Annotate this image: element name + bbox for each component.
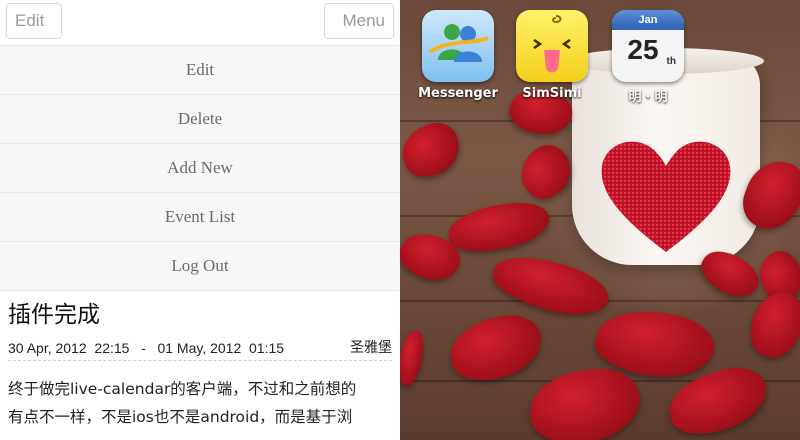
description-line: 终于做完live-calendar的客户端，不过和之前想的 (8, 380, 357, 398)
event-dates: 30 Apr, 2012 22:15 - 01 May, 2012 01:15 (8, 340, 285, 356)
simsimi-icon (516, 10, 588, 82)
rose-petal (400, 328, 426, 388)
event-meta: 30 Apr, 2012 22:15 - 01 May, 2012 01:15 … (8, 337, 392, 361)
event-title: 插件完成 (8, 302, 100, 328)
rose-petal (400, 116, 467, 184)
top-bar: Edit - Menu - (0, 0, 400, 64)
dropdown-menu: Edit Delete Add New Event List Log Out (0, 46, 400, 291)
glitter-heart (601, 141, 731, 252)
main-menu-button[interactable]: Menu - (324, 3, 394, 64)
event-location: 圣雅堡 (350, 340, 392, 356)
app-label: SimSimi (522, 86, 582, 101)
app-label: 明・明 (628, 90, 668, 105)
home-screen: Messenger SimSimi Jan 25 th 明・明 (400, 0, 800, 440)
menu-item-edit[interactable]: Edit (0, 46, 400, 95)
edit-menu-button[interactable]: Edit - (6, 3, 62, 64)
calendar-day: 25 (627, 34, 659, 65)
event-detail: 插件完成 30 Apr, 2012 22:15 - 01 May, 2012 0… (0, 291, 400, 431)
menu-item-add-new[interactable]: Add New (0, 144, 400, 193)
calendar-icon: Jan 25 th (612, 10, 684, 82)
calendar-month: Jan (612, 10, 684, 30)
menu-item-delete[interactable]: Delete (0, 95, 400, 144)
app-simsimi[interactable]: SimSimi (512, 10, 592, 101)
app-label: Messenger (418, 86, 498, 101)
description-line: 有点不一样，不是ios也不是android，而是基于浏 (8, 408, 353, 426)
rose-petal (444, 309, 548, 387)
menu-item-log-out[interactable]: Log Out (0, 242, 400, 291)
app-messenger[interactable]: Messenger (418, 10, 498, 101)
rose-petal (527, 365, 643, 440)
app-calendar[interactable]: Jan 25 th 明・明 (608, 10, 688, 105)
rose-petal (445, 198, 553, 256)
calendar-app-panel: Edit - Menu - Edit Delete Add New Event … (0, 0, 400, 440)
menu-item-event-list[interactable]: Event List (0, 193, 400, 242)
calendar-day-suffix: th (666, 56, 676, 67)
messenger-icon (422, 10, 494, 82)
event-description: 终于做完live-calendar的客户端，不过和之前想的 有点不一样，不是io… (8, 375, 392, 431)
